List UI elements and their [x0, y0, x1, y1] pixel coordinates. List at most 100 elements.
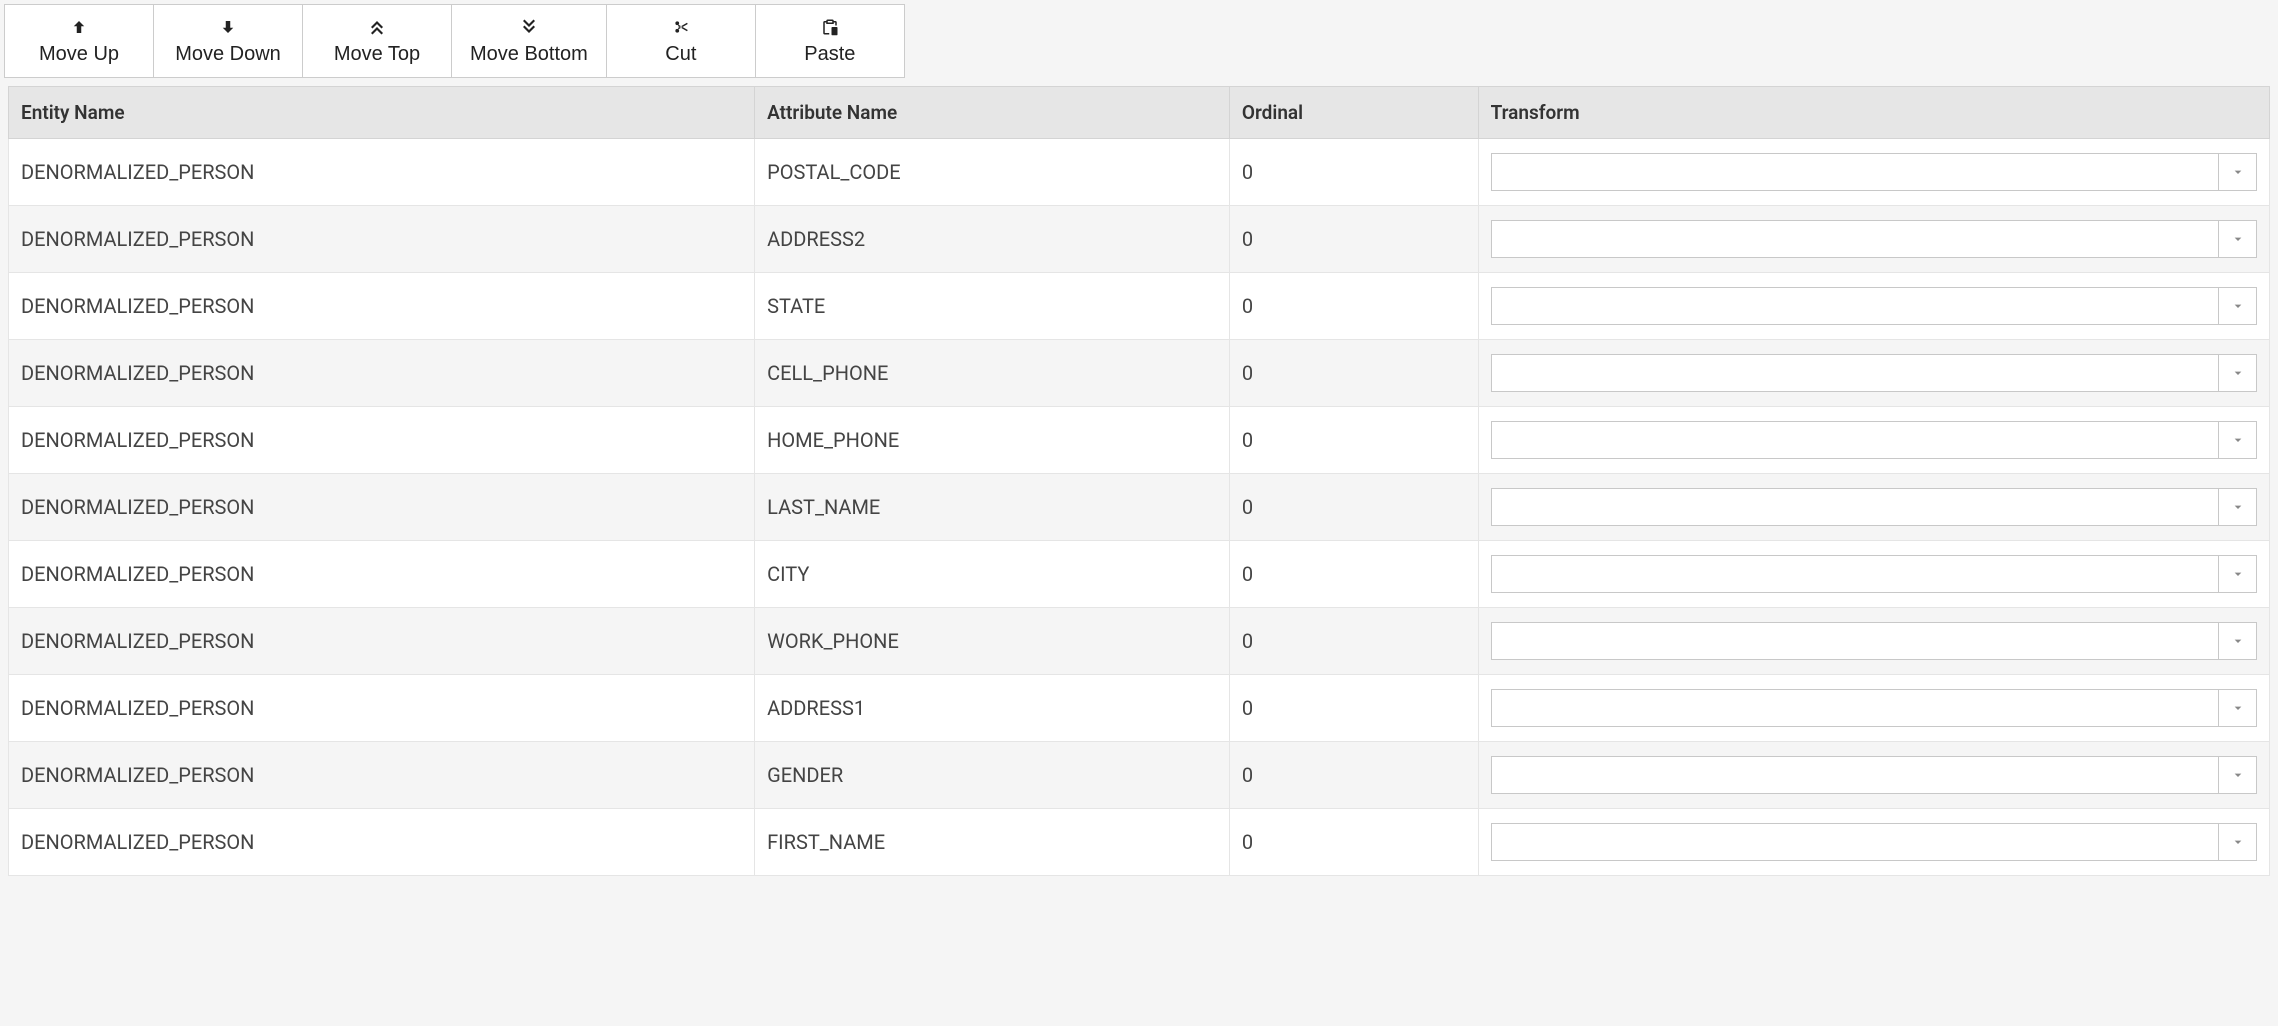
transform-input[interactable] — [1492, 154, 2218, 190]
cell-transform — [1478, 809, 2269, 876]
transform-combo[interactable] — [1491, 220, 2257, 258]
transform-combo[interactable] — [1491, 689, 2257, 727]
cell-attribute-name[interactable]: CELL_PHONE — [755, 340, 1230, 407]
table-row[interactable]: DENORMALIZED_PERSONADDRESS20 — [9, 206, 2270, 273]
move-bottom-button[interactable]: Move Bottom — [451, 4, 607, 78]
transform-combo[interactable] — [1491, 421, 2257, 459]
transform-combo[interactable] — [1491, 287, 2257, 325]
cell-ordinal[interactable]: 0 — [1229, 407, 1478, 474]
cell-attribute-name[interactable]: LAST_NAME — [755, 474, 1230, 541]
cell-ordinal[interactable]: 0 — [1229, 474, 1478, 541]
table-row[interactable]: DENORMALIZED_PERSONGENDER0 — [9, 742, 2270, 809]
header-entity-name[interactable]: Entity Name — [9, 87, 755, 139]
cell-ordinal[interactable]: 0 — [1229, 541, 1478, 608]
chevron-down-icon[interactable] — [2218, 221, 2256, 257]
table-row[interactable]: DENORMALIZED_PERSONCELL_PHONE0 — [9, 340, 2270, 407]
cell-ordinal[interactable]: 0 — [1229, 139, 1478, 206]
move-down-label: Move Down — [175, 43, 281, 66]
cell-attribute-name[interactable]: STATE — [755, 273, 1230, 340]
cell-entity-name[interactable]: DENORMALIZED_PERSON — [9, 541, 755, 608]
cell-transform — [1478, 340, 2269, 407]
table-row[interactable]: DENORMALIZED_PERSONWORK_PHONE0 — [9, 608, 2270, 675]
chevron-down-icon[interactable] — [2218, 489, 2256, 525]
move-up-button[interactable]: Move Up — [4, 4, 154, 78]
transform-combo[interactable] — [1491, 555, 2257, 593]
chevron-down-icon[interactable] — [2218, 355, 2256, 391]
move-down-button[interactable]: Move Down — [153, 4, 303, 78]
table-row[interactable]: DENORMALIZED_PERSONLAST_NAME0 — [9, 474, 2270, 541]
transform-input[interactable] — [1492, 422, 2218, 458]
paste-icon — [818, 17, 842, 37]
cell-attribute-name[interactable]: CITY — [755, 541, 1230, 608]
cell-ordinal[interactable]: 0 — [1229, 675, 1478, 742]
transform-combo[interactable] — [1491, 756, 2257, 794]
move-top-button[interactable]: Move Top — [302, 4, 452, 78]
table-row[interactable]: DENORMALIZED_PERSONHOME_PHONE0 — [9, 407, 2270, 474]
cell-attribute-name[interactable]: POSTAL_CODE — [755, 139, 1230, 206]
cell-attribute-name[interactable]: ADDRESS1 — [755, 675, 1230, 742]
transform-input[interactable] — [1492, 623, 2218, 659]
cell-ordinal[interactable]: 0 — [1229, 273, 1478, 340]
transform-input[interactable] — [1492, 690, 2218, 726]
chevron-down-icon[interactable] — [2218, 824, 2256, 860]
chevron-down-icon[interactable] — [2218, 422, 2256, 458]
cut-button[interactable]: Cut — [606, 4, 756, 78]
chevron-down-icon[interactable] — [2218, 154, 2256, 190]
table-row[interactable]: DENORMALIZED_PERSONPOSTAL_CODE0 — [9, 139, 2270, 206]
cell-ordinal[interactable]: 0 — [1229, 809, 1478, 876]
header-transform[interactable]: Transform — [1478, 87, 2269, 139]
cell-entity-name[interactable]: DENORMALIZED_PERSON — [9, 407, 755, 474]
transform-input[interactable] — [1492, 757, 2218, 793]
transform-input[interactable] — [1492, 221, 2218, 257]
transform-input[interactable] — [1492, 556, 2218, 592]
cell-entity-name[interactable]: DENORMALIZED_PERSON — [9, 675, 755, 742]
chevron-down-icon[interactable] — [2218, 623, 2256, 659]
cell-entity-name[interactable]: DENORMALIZED_PERSON — [9, 474, 755, 541]
transform-combo[interactable] — [1491, 488, 2257, 526]
transform-combo[interactable] — [1491, 153, 2257, 191]
transform-input[interactable] — [1492, 824, 2218, 860]
transform-input[interactable] — [1492, 355, 2218, 391]
scissors-icon — [669, 17, 693, 37]
cell-transform — [1478, 675, 2269, 742]
cell-entity-name[interactable]: DENORMALIZED_PERSON — [9, 139, 755, 206]
cell-attribute-name[interactable]: GENDER — [755, 742, 1230, 809]
transform-input[interactable] — [1492, 489, 2218, 525]
chevron-down-icon[interactable] — [2218, 757, 2256, 793]
cell-entity-name[interactable]: DENORMALIZED_PERSON — [9, 742, 755, 809]
header-attribute-name[interactable]: Attribute Name — [755, 87, 1230, 139]
cell-transform — [1478, 742, 2269, 809]
cell-transform — [1478, 541, 2269, 608]
paste-button[interactable]: Paste — [755, 4, 905, 78]
cell-attribute-name[interactable]: WORK_PHONE — [755, 608, 1230, 675]
transform-combo[interactable] — [1491, 823, 2257, 861]
cell-ordinal[interactable]: 0 — [1229, 340, 1478, 407]
toolbar: Move Up Move Down Move Top Move Bottom C… — [0, 0, 2278, 78]
cell-transform — [1478, 407, 2269, 474]
cell-entity-name[interactable]: DENORMALIZED_PERSON — [9, 809, 755, 876]
move-up-label: Move Up — [39, 43, 119, 66]
cell-transform — [1478, 273, 2269, 340]
cell-ordinal[interactable]: 0 — [1229, 742, 1478, 809]
table-header-row: Entity Name Attribute Name Ordinal Trans… — [9, 87, 2270, 139]
table-row[interactable]: DENORMALIZED_PERSONCITY0 — [9, 541, 2270, 608]
table-row[interactable]: DENORMALIZED_PERSONADDRESS10 — [9, 675, 2270, 742]
chevron-down-icon[interactable] — [2218, 556, 2256, 592]
cell-ordinal[interactable]: 0 — [1229, 608, 1478, 675]
cell-attribute-name[interactable]: ADDRESS2 — [755, 206, 1230, 273]
cell-entity-name[interactable]: DENORMALIZED_PERSON — [9, 340, 755, 407]
table-row[interactable]: DENORMALIZED_PERSONFIRST_NAME0 — [9, 809, 2270, 876]
chevron-down-icon[interactable] — [2218, 690, 2256, 726]
chevron-down-icon[interactable] — [2218, 288, 2256, 324]
cell-entity-name[interactable]: DENORMALIZED_PERSON — [9, 273, 755, 340]
transform-combo[interactable] — [1491, 622, 2257, 660]
cell-attribute-name[interactable]: HOME_PHONE — [755, 407, 1230, 474]
transform-input[interactable] — [1492, 288, 2218, 324]
cell-entity-name[interactable]: DENORMALIZED_PERSON — [9, 608, 755, 675]
cell-attribute-name[interactable]: FIRST_NAME — [755, 809, 1230, 876]
transform-combo[interactable] — [1491, 354, 2257, 392]
cell-ordinal[interactable]: 0 — [1229, 206, 1478, 273]
cell-entity-name[interactable]: DENORMALIZED_PERSON — [9, 206, 755, 273]
table-row[interactable]: DENORMALIZED_PERSONSTATE0 — [9, 273, 2270, 340]
header-ordinal[interactable]: Ordinal — [1229, 87, 1478, 139]
